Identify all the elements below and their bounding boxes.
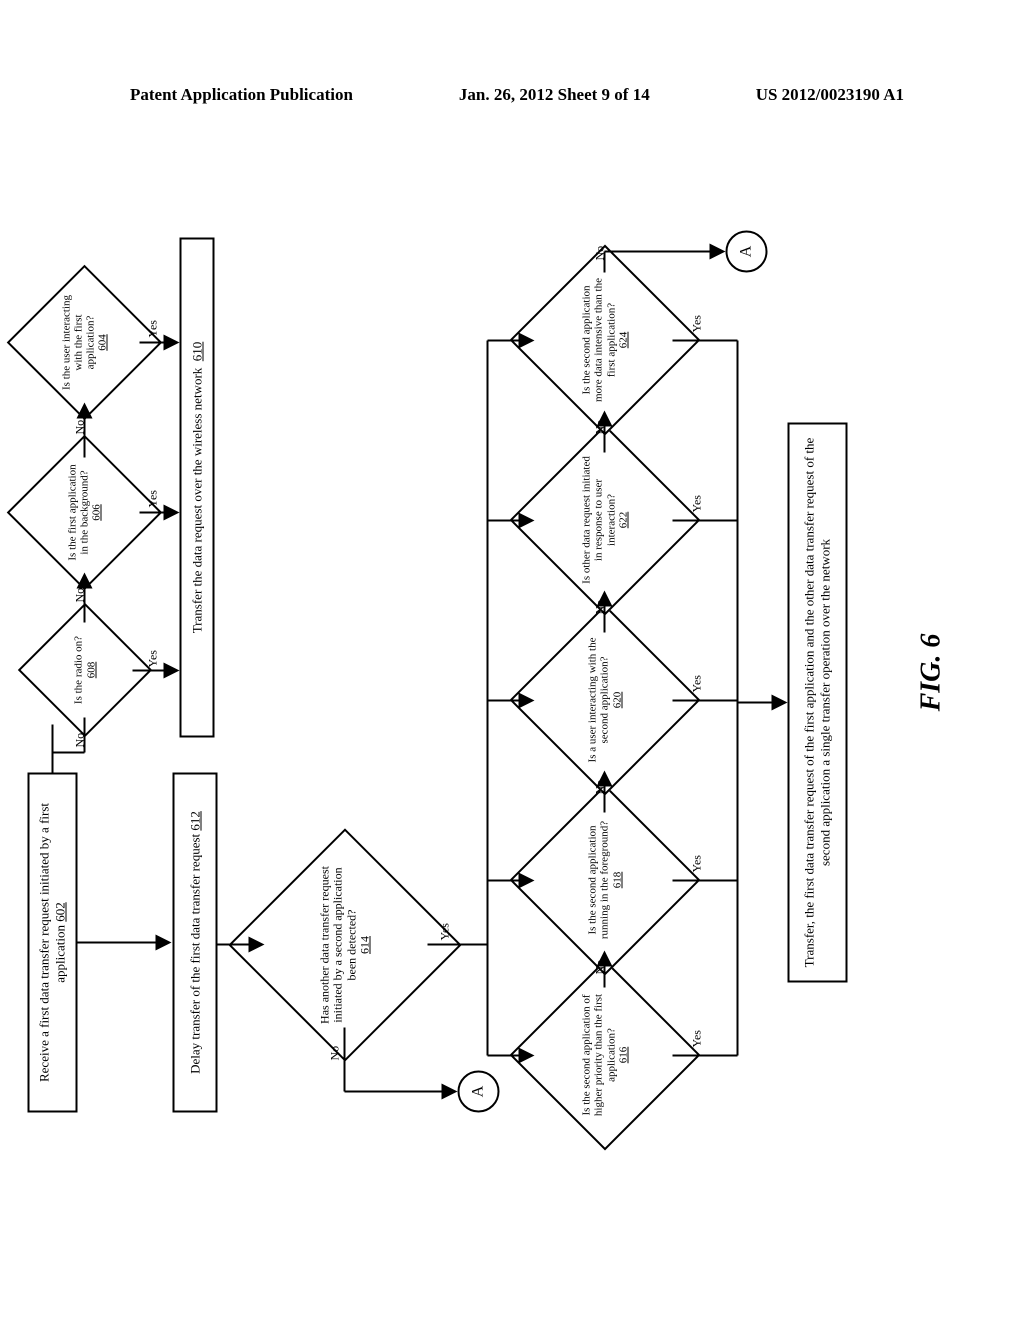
- label-no: No: [593, 600, 608, 615]
- connector-a-right: A: [726, 231, 768, 273]
- diamond-620: Is a user interacting with the second ap…: [538, 633, 673, 768]
- box-610: Transfer the data request over the wirel…: [180, 238, 215, 738]
- label-yes: Yes: [146, 320, 161, 337]
- label-yes: Yes: [146, 490, 161, 507]
- arrows: [18, 223, 1024, 1123]
- label-yes: Yes: [690, 315, 705, 332]
- label-yes: Yes: [690, 495, 705, 512]
- diamond-624: Is the second application more data inte…: [538, 273, 673, 408]
- box-612: Delay transfer of the first data transfe…: [173, 773, 218, 1113]
- label-no: No: [593, 420, 608, 435]
- label-no: No: [328, 1046, 343, 1061]
- header-right: US 2012/0023190 A1: [756, 85, 904, 105]
- label-no: No: [593, 780, 608, 795]
- diamond-618: Is the second application running in the…: [538, 813, 673, 948]
- label-no: No: [593, 246, 608, 261]
- label-yes: Yes: [690, 675, 705, 692]
- box-602: Receive a first data transfer request in…: [28, 773, 78, 1113]
- label-yes: Yes: [146, 650, 161, 667]
- diamond-604: Is the user interacting with the first a…: [30, 288, 140, 398]
- figure-label: FIG. 6: [916, 634, 948, 712]
- diamond-606: Is the first application in the backgrou…: [30, 458, 140, 568]
- label-no: No: [73, 420, 88, 435]
- label-yes: Yes: [690, 1030, 705, 1047]
- diamond-622: Is other data request initiated in respo…: [538, 453, 673, 588]
- connector-a-left: A: [458, 1071, 500, 1113]
- box-626: Transfer, the first data transfer reques…: [788, 423, 848, 983]
- diamond-614: Has another data transfer request initia…: [263, 863, 428, 1028]
- label-no: No: [593, 960, 608, 975]
- label-yes: Yes: [690, 855, 705, 872]
- header-center: Jan. 26, 2012 Sheet 9 of 14: [459, 85, 650, 105]
- flowchart-diagram: Receive a first data transfer request in…: [18, 223, 1024, 1123]
- page-header: Patent Application Publication Jan. 26, …: [0, 85, 1024, 105]
- label-yes: Yes: [438, 923, 453, 940]
- label-no: No: [73, 588, 88, 603]
- diamond-608: Is the radio on?608: [38, 623, 133, 718]
- header-left: Patent Application Publication: [130, 85, 353, 105]
- diamond-616: Is the second application of higher prio…: [538, 988, 673, 1123]
- label-no: No: [73, 733, 88, 748]
